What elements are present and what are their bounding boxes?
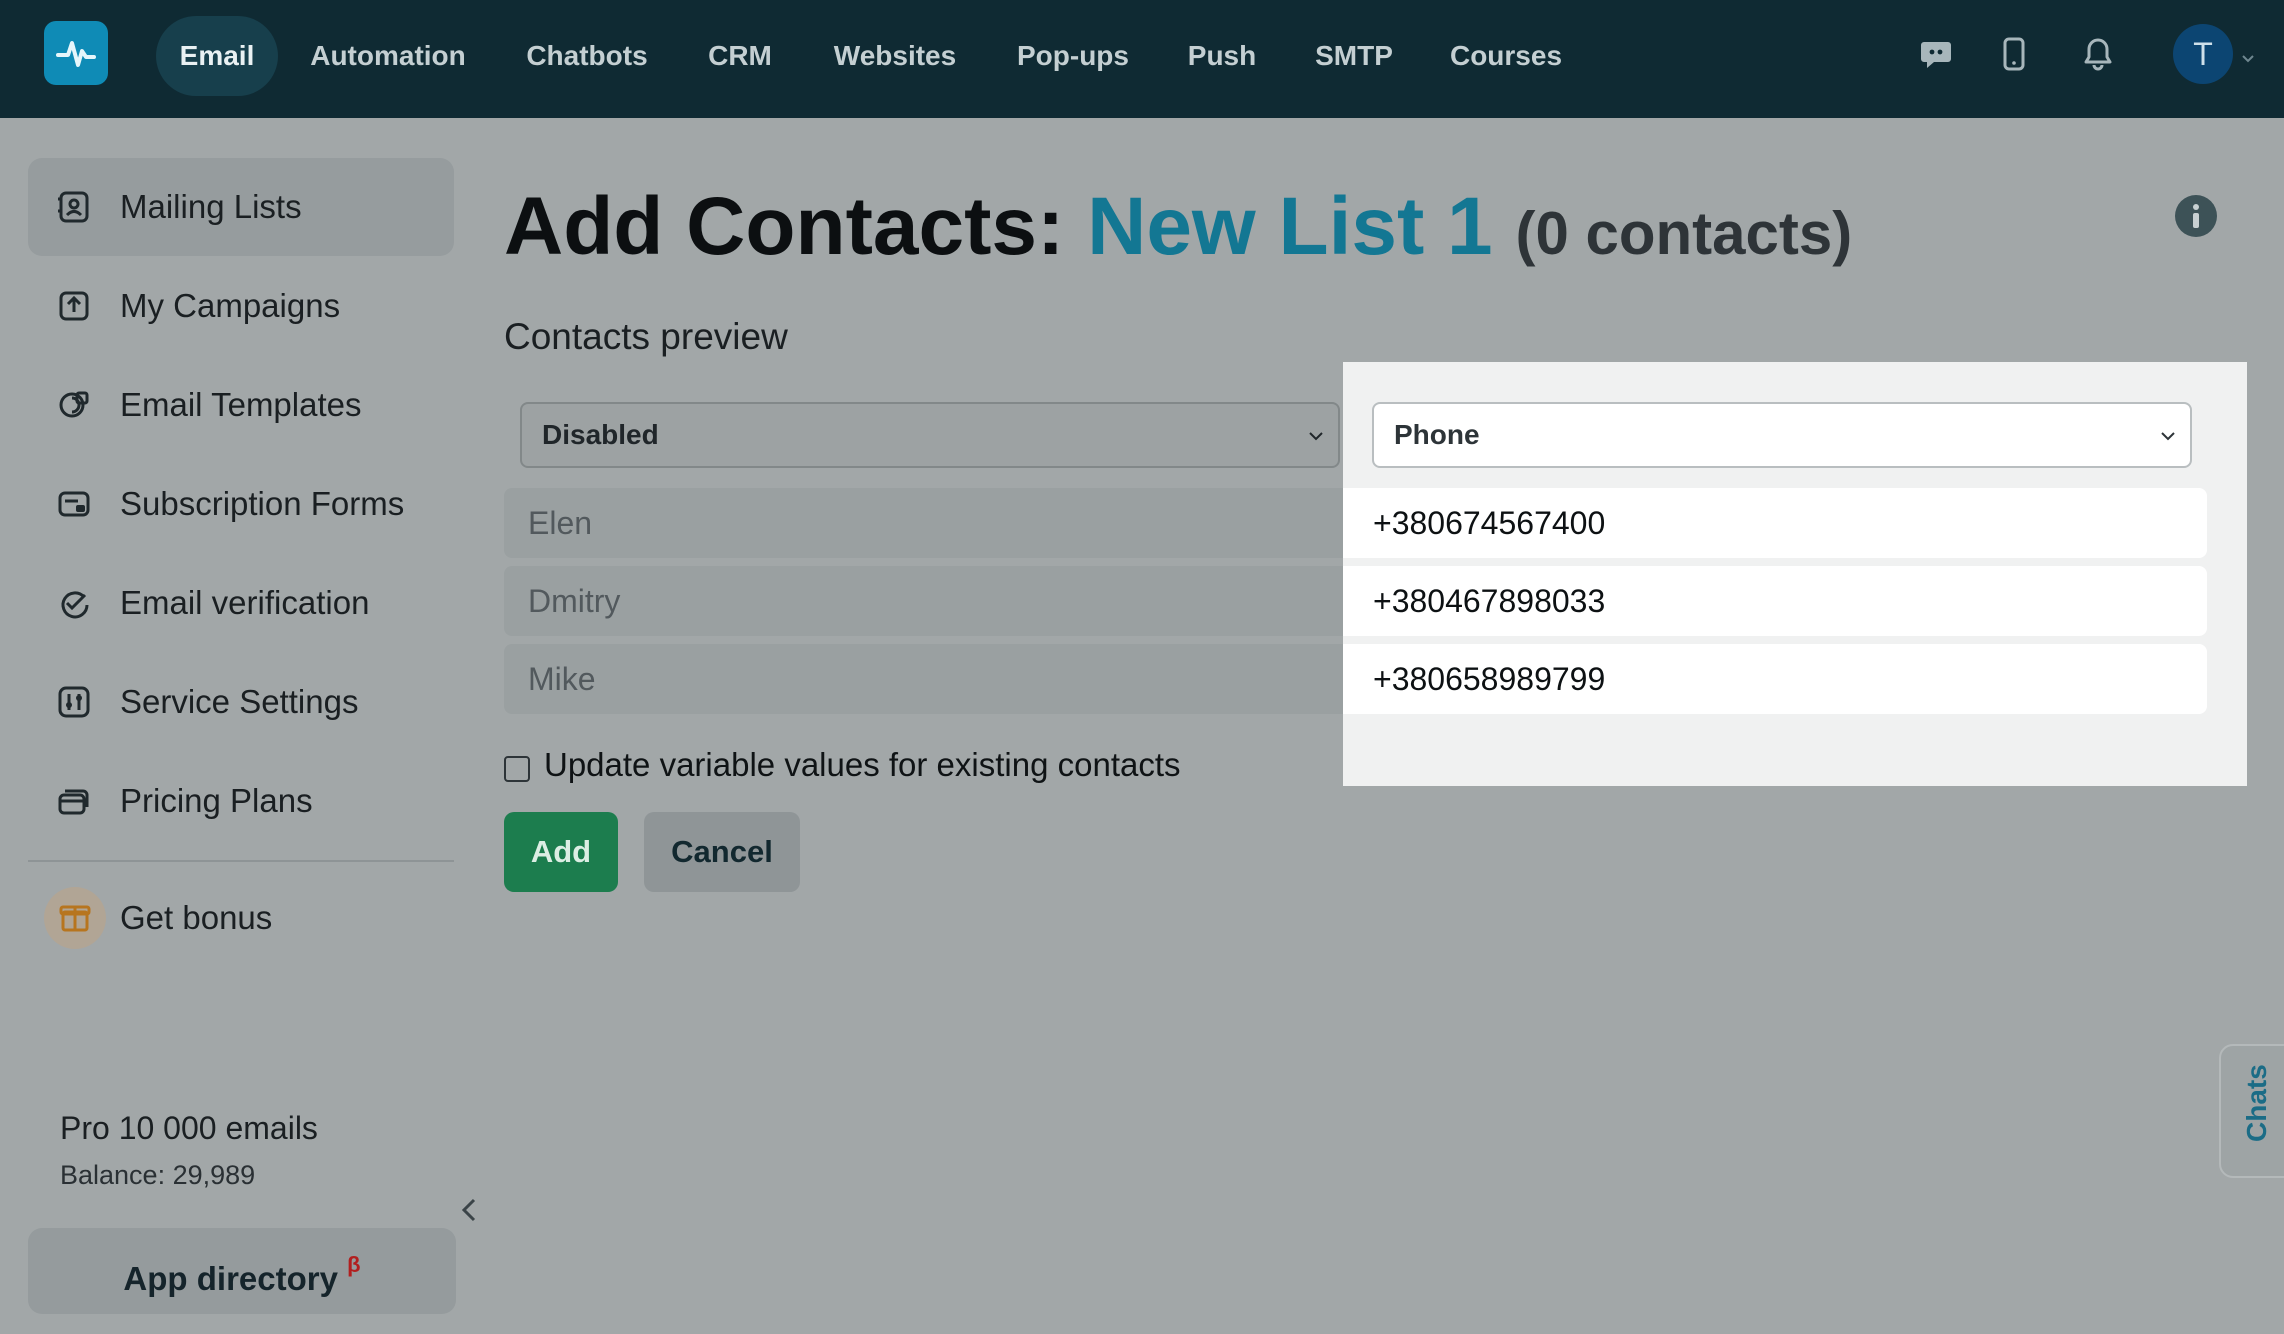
nav-crm[interactable]: CRM [696, 16, 784, 96]
sidebar-item-label: Subscription Forms [120, 485, 405, 522]
column-1-mapping-select[interactable]: Disabled [520, 402, 1340, 468]
sidebar-item-pricing-plans[interactable]: Pricing Plans [28, 752, 454, 850]
cards-icon [58, 789, 89, 815]
cancel-button[interactable]: Cancel [644, 812, 800, 892]
form-icon [58, 491, 90, 517]
page-title: Add Contacts: New List 1 (0 contacts) [504, 180, 1852, 274]
sidebar-item-label: Get bonus [120, 899, 273, 936]
app-directory-button[interactable]: App directory β [28, 1228, 456, 1314]
top-navigation-bar: Email Automation Chatbots CRM Websites P… [0, 0, 2284, 118]
sidebar-item-mailing-lists[interactable]: Mailing Lists [28, 158, 454, 256]
contacts-preview-label: Contacts preview [504, 316, 788, 357]
pulse-icon [56, 41, 96, 67]
chevron-down-icon [1309, 432, 1323, 441]
nav-smtp[interactable]: SMTP [1304, 16, 1404, 96]
table-cell: +380658989799 [1343, 644, 2207, 714]
nav-push[interactable]: Push [1178, 16, 1266, 96]
sidebar-item-service-settings[interactable]: Service Settings [28, 653, 454, 751]
sidebar-item-my-campaigns[interactable]: My Campaigns [28, 257, 454, 355]
table-cell: Mike [504, 644, 1343, 714]
update-variables-label[interactable]: Update variable values for existing cont… [544, 746, 1181, 784]
sidebar-item-email-templates[interactable]: Email Templates [28, 356, 454, 454]
sidebar-item-label: My Campaigns [120, 287, 341, 324]
sidebar-item-label: Email Templates [120, 386, 362, 423]
nav-popups[interactable]: Pop-ups [1006, 16, 1140, 96]
sidebar-item-label: Service Settings [120, 683, 359, 720]
upload-icon [59, 291, 89, 321]
chevron-left-icon[interactable] [456, 1194, 482, 1226]
title-prefix: Add Contacts: [504, 181, 1065, 272]
nav-email[interactable]: Email [156, 16, 278, 96]
update-variables-checkbox[interactable] [504, 756, 530, 782]
mobile-icon[interactable] [1994, 34, 2034, 74]
sidebar-item-label: Mailing Lists [120, 188, 302, 225]
nav-automation[interactable]: Automation [298, 16, 478, 96]
table-cell: +380467898033 [1343, 566, 2207, 636]
app-logo[interactable] [44, 21, 108, 85]
add-button[interactable]: Add [504, 812, 618, 892]
chats-tab[interactable]: Chats [2219, 1044, 2284, 1178]
user-avatar[interactable]: T [2173, 24, 2233, 84]
nav-courses[interactable]: Courses [1442, 16, 1570, 96]
sliders-icon [58, 686, 90, 718]
column-2-mapping-select[interactable]: Phone [1372, 402, 2192, 468]
chats-tab-label: Chats [2241, 1064, 2272, 1142]
sidebar-item-email-verification[interactable]: Email verification [28, 554, 454, 652]
chevron-down-icon [2161, 432, 2175, 441]
contact-count: (0 contacts) [1515, 200, 1853, 267]
plan-balance: Balance: 29,989 [60, 1160, 256, 1190]
chat-icon[interactable] [1916, 34, 1956, 74]
beta-badge: β [347, 1252, 361, 1277]
gift-icon [44, 887, 106, 949]
table-cell: Elen [504, 488, 1343, 558]
check-circle-icon [61, 591, 89, 619]
nav-websites[interactable]: Websites [822, 16, 968, 96]
plan-name: Pro 10 000 emails [60, 1110, 318, 1146]
nav-chatbots[interactable]: Chatbots [516, 16, 658, 96]
sidebar-item-subscription-forms[interactable]: Subscription Forms [28, 455, 454, 553]
chevron-down-icon[interactable] [2241, 52, 2255, 66]
sidebar-item-label: Email verification [120, 584, 370, 621]
app-directory-label: App directory [123, 1260, 338, 1297]
select-value: Phone [1394, 419, 1480, 450]
select-value: Disabled [542, 419, 659, 450]
sidebar-item-label: Pricing Plans [120, 782, 313, 819]
table-cell: Dmitry [504, 566, 1343, 636]
info-icon[interactable] [2175, 195, 2217, 237]
sidebar-divider [28, 860, 454, 862]
contact-book-icon [58, 191, 89, 223]
list-name-link[interactable]: New List 1 [1087, 181, 1493, 272]
bell-icon[interactable] [2078, 34, 2118, 74]
template-icon [59, 391, 89, 418]
table-cell: +380674567400 [1343, 488, 2207, 558]
